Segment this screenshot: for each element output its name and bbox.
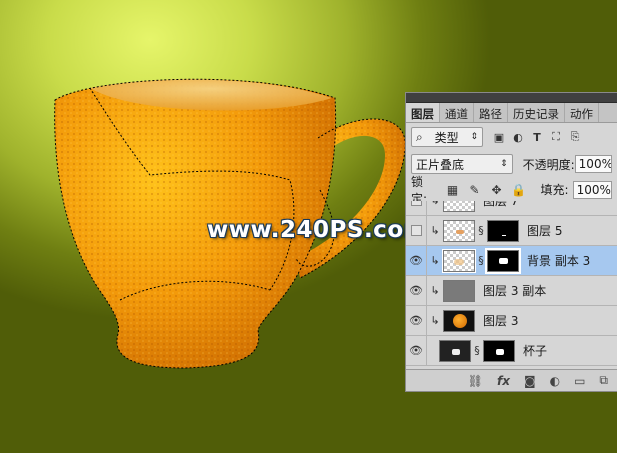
layer-thumbnail [442, 248, 476, 273]
visibility-toggle[interactable] [406, 225, 426, 236]
eye-icon: 👁 [409, 344, 423, 357]
link-chain-icon[interactable]: § [475, 224, 487, 237]
link-chain-icon[interactable]: § [471, 344, 483, 357]
fill-input[interactable]: 100% [572, 180, 612, 199]
visibility-toggle[interactable] [406, 201, 426, 206]
image-filter-icon[interactable]: ▣ [493, 131, 505, 144]
panel-title-bar[interactable] [406, 93, 617, 103]
visibility-toggle[interactable]: 👁 [406, 344, 426, 357]
layer-row[interactable]: 👁 ↳ 图层 3 副本 [406, 275, 617, 306]
group-folder-icon[interactable]: ▭ [574, 374, 585, 388]
chevron-updown-icon: ⇕ [470, 132, 478, 142]
clipping-arrow-icon: ↳ [427, 201, 443, 207]
layer-row[interactable]: ↳ § 图层 5 [406, 215, 617, 246]
eye-icon: 👁 [409, 254, 423, 267]
lock-pixels-icon[interactable]: ✎ [469, 183, 481, 197]
eye-icon: 👁 [409, 284, 423, 297]
filter-kind-select[interactable]: ⌕ 类型 ⇕ [411, 127, 483, 147]
visibility-toggle[interactable]: 👁 [406, 314, 426, 327]
blend-mode-select[interactable]: 正片叠底 ⇕ [411, 154, 513, 174]
clipping-arrow-icon: ↳ [430, 314, 440, 327]
tab-channels[interactable]: 通道 [440, 103, 474, 122]
fill-label: 填充: [540, 183, 569, 197]
filter-row: ⌕ 类型 ⇕ ▣ ◐ T ⛶ ⎘ [406, 123, 617, 151]
layers-panel: 图层 通道 路径 历史记录 动作 ⌕ 类型 ⇕ ▣ ◐ T ⛶ ⎘ 正片叠底 ⇕… [405, 92, 617, 392]
filter-kind-label: 类型 [434, 130, 459, 145]
watermark-text: www.240PS.com [207, 217, 429, 243]
blend-mode-label: 正片叠底 [416, 157, 465, 172]
eye-icon: 👁 [409, 314, 423, 327]
clipping-arrow-icon: ↳ [430, 284, 440, 297]
layer-name: 图层 3 [483, 314, 519, 328]
layer-mask-thumbnail[interactable] [487, 219, 519, 242]
layer-mask-thumbnail[interactable] [483, 339, 515, 362]
adjustment-icon[interactable]: ◐ [550, 374, 560, 388]
link-icon[interactable]: ⛓ [468, 374, 483, 388]
lock-row: 锁定: ▦ ✎ ✥ 🔒 填充: 100% [406, 175, 617, 206]
text-filter-icon[interactable]: T [531, 131, 543, 144]
layer-name: 图层 5 [527, 224, 563, 238]
layer-list: ↳ 图层 7 ↳ § 图层 5 👁 ↳ § [406, 201, 617, 371]
visibility-toggle[interactable]: 👁 [406, 254, 426, 267]
layer-row[interactable]: 👁 § 杯子 [406, 335, 617, 366]
lock-all-icon[interactable]: 🔒 [511, 183, 526, 197]
tab-layers[interactable]: 图层 [406, 103, 440, 122]
layer-thumbnail [439, 339, 471, 362]
layer-name: 图层 3 副本 [483, 284, 547, 298]
lock-transparent-icon[interactable]: ▦ [447, 183, 459, 197]
layer-row[interactable]: 👁 ↳ § 背景 副本 3 [406, 245, 617, 276]
layer-mask-thumbnail[interactable] [485, 247, 521, 274]
clipping-arrow-icon: ↳ [430, 224, 440, 237]
chevron-updown-icon: ⇕ [500, 159, 508, 169]
add-mask-icon[interactable]: ◙ [524, 374, 536, 388]
tab-actions[interactable]: 动作 [565, 103, 599, 122]
clipping-arrow-icon: ↳ [430, 254, 440, 267]
smart-object-filter-icon[interactable]: ⎘ [569, 130, 581, 143]
layer-thumbnail [443, 279, 475, 302]
opacity-input[interactable]: 100% [574, 155, 612, 173]
tab-paths[interactable]: 路径 [474, 103, 508, 122]
layer-row[interactable]: ↳ 图层 7 [406, 201, 617, 216]
opacity-label: 不透明度: [522, 157, 575, 172]
adjustment-filter-icon[interactable]: ◐ [512, 131, 524, 144]
shape-filter-icon[interactable]: ⛶ [550, 130, 562, 143]
panel-tabs: 图层 通道 路径 历史记录 动作 [406, 103, 617, 123]
layer-row[interactable]: 👁 ↳ 图层 3 [406, 305, 617, 336]
lock-position-icon[interactable]: ✥ [491, 183, 503, 197]
fx-icon[interactable]: fx [497, 374, 510, 388]
layer-thumbnail [443, 219, 475, 242]
layer-thumbnail [443, 201, 475, 212]
tab-history[interactable]: 历史记录 [508, 103, 565, 122]
search-icon: ⌕ [416, 129, 423, 144]
panel-bottom-bar: ⛓ fx ◙ ◐ ▭ ⧉ [406, 369, 617, 391]
link-chain-icon[interactable]: § [475, 254, 487, 267]
layer-name: 图层 7 [483, 201, 519, 208]
layer-name: 杯子 [523, 344, 548, 358]
layer-thumbnail [443, 309, 475, 332]
layer-name: 背景 副本 3 [527, 254, 591, 268]
visibility-toggle[interactable]: 👁 [406, 284, 426, 297]
new-layer-icon[interactable]: ⧉ [599, 373, 608, 388]
